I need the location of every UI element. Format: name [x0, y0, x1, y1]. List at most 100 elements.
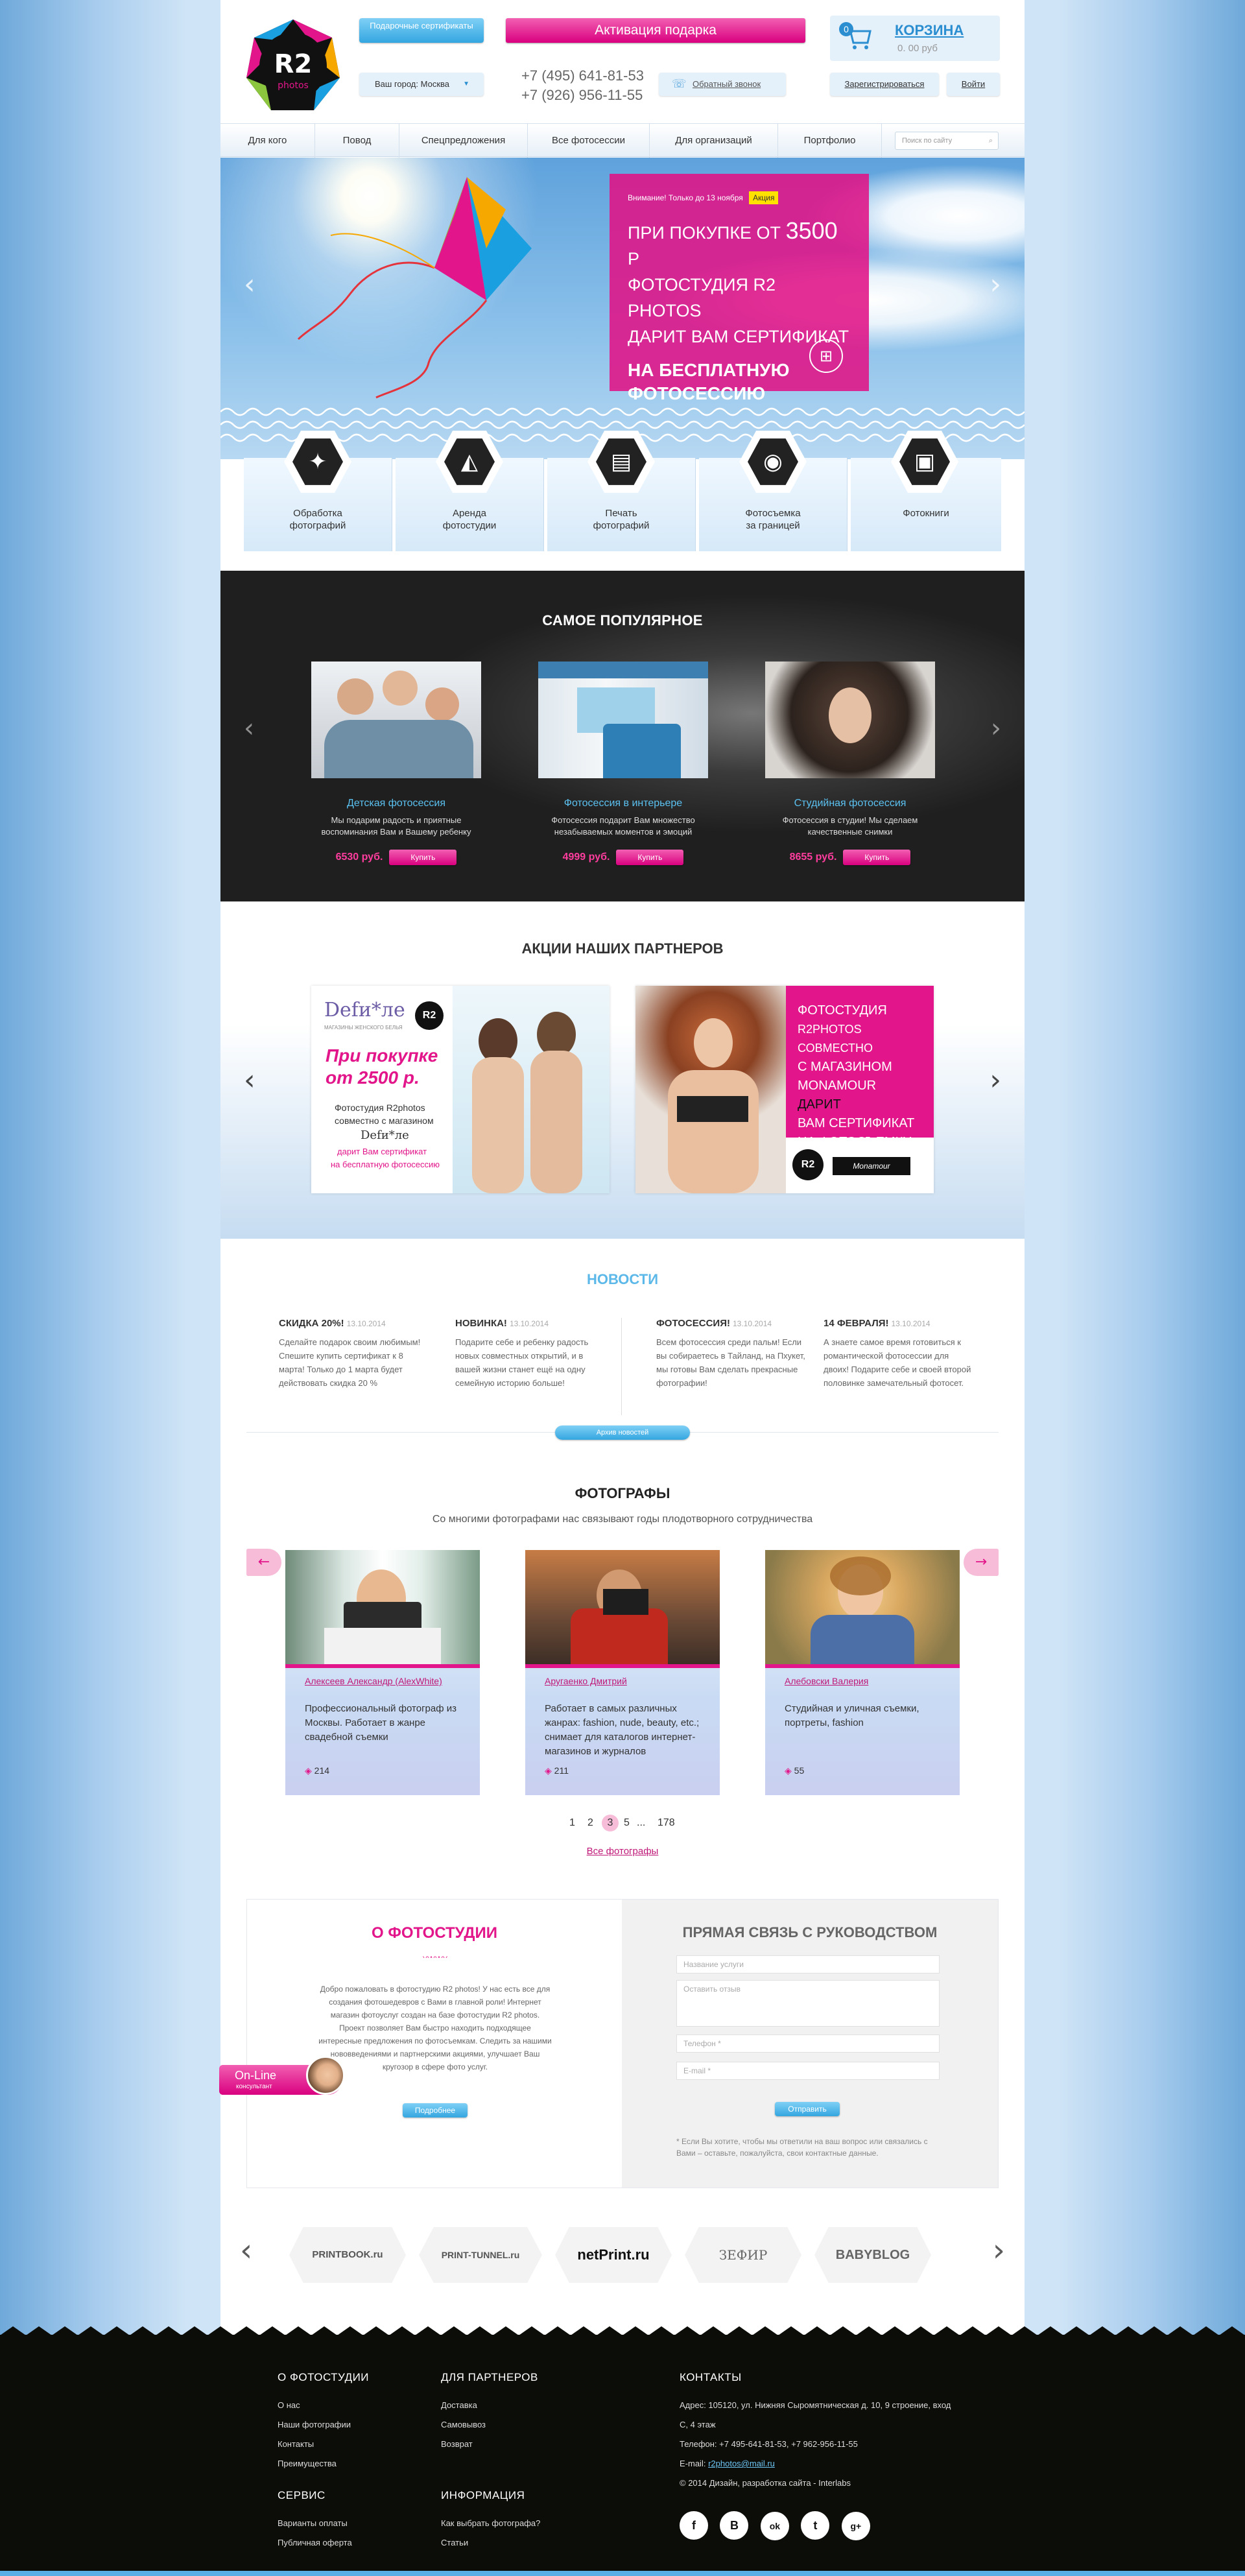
- partners-prev-arrow[interactable]: ‹: [244, 1064, 255, 1097]
- all-photographers-link[interactable]: Все фотографы: [220, 1846, 1025, 1857]
- news-item[interactable]: 14 ФЕВРАЛЯ! 13.10.2014 А знаете самое вре…: [824, 1318, 973, 1390]
- brand-logo-netprint[interactable]: netPrint.ru: [555, 2227, 672, 2283]
- hero-prev-arrow[interactable]: ‹: [244, 268, 255, 301]
- brands-prev-arrow[interactable]: ‹: [240, 2232, 252, 2269]
- login-link[interactable]: Войти: [947, 73, 1000, 96]
- online-consultant-button[interactable]: On-Line консультант: [219, 2056, 345, 2095]
- odnoklassniki-icon[interactable]: ok: [760, 2512, 789, 2540]
- site-logo[interactable]: R2 photos: [245, 18, 341, 114]
- footer-link[interactable]: Как выбрать фотографа?: [441, 2514, 610, 2533]
- popular-prev-arrow[interactable]: ‹: [244, 713, 254, 743]
- footer-link[interactable]: Варианты оплаты: [278, 2514, 420, 2533]
- vk-icon[interactable]: В: [720, 2511, 749, 2540]
- news-item[interactable]: НОВИНКА! 13.10.2014 Подарите себе и ребен…: [455, 1318, 604, 1390]
- buy-button[interactable]: Купить: [843, 850, 911, 865]
- partners-next-arrow[interactable]: ›: [990, 1064, 1001, 1097]
- footer-link[interactable]: Преимущества: [278, 2454, 420, 2474]
- google-plus-icon[interactable]: g+: [841, 2512, 870, 2540]
- popular-next-arrow[interactable]: ›: [991, 713, 1001, 743]
- footer-email[interactable]: r2photos@mail.ru: [708, 2459, 775, 2468]
- buy-button[interactable]: Купить: [616, 850, 684, 865]
- news-item-title[interactable]: СКИДКА 20%!: [279, 1318, 344, 1329]
- photo-count-row: ◈ 211: [525, 1758, 720, 1784]
- footer-link[interactable]: Публичная оферта: [278, 2533, 420, 2553]
- brand-logo-zefir[interactable]: ЗЕФИР: [685, 2227, 801, 2283]
- service-name-input[interactable]: Название услуги: [676, 1955, 940, 1974]
- brand-logo-print-tunnel[interactable]: PRINT-TUNNEL.ru: [419, 2227, 542, 2283]
- page-link[interactable]: 2: [587, 1817, 593, 1829]
- popular-card-title[interactable]: Фотосессия в интерьере: [538, 798, 708, 809]
- footer-link[interactable]: Самовывоз: [441, 2415, 610, 2435]
- buy-button[interactable]: Купить: [389, 850, 457, 865]
- phone-input[interactable]: Телефон *: [676, 2034, 940, 2053]
- service-studio-rent[interactable]: ◭ Аренда фотостудии: [396, 431, 544, 551]
- news-item-title[interactable]: ФОТОСЕССИЯ!: [656, 1318, 730, 1329]
- popular-card[interactable]: Студийная фотосессия Фотосессия в студии…: [765, 662, 935, 865]
- news-archive-button[interactable]: Архив новостей: [555, 1425, 690, 1440]
- menu-item-all-sessions[interactable]: Все фотосессии: [528, 124, 650, 158]
- footer-link[interactable]: Возврат: [441, 2435, 610, 2454]
- partner-banner-defile[interactable]: Defи*ле МАГАЗИНЫ ЖЕНСКОГО БЕЛЬЯ R2 При п…: [311, 986, 610, 1193]
- footer-link[interactable]: Контакты: [278, 2435, 420, 2454]
- review-textarea[interactable]: Оставить отзыв: [676, 1980, 940, 2027]
- news-item-title[interactable]: НОВИНКА!: [455, 1318, 507, 1329]
- city-selector[interactable]: Ваш город: Москва ▼: [359, 73, 484, 96]
- photographer-card[interactable]: Аругаенко Дмитрий Работает в самых разли…: [525, 1550, 720, 1795]
- photo-count: 55: [794, 1765, 805, 1776]
- monamour-logo: Monamour: [833, 1157, 910, 1175]
- brand-logo-printbook[interactable]: PRINTBOOK.ru: [289, 2227, 406, 2283]
- service-photobooks[interactable]: ▣ Фотокниги: [851, 431, 1001, 551]
- menu-item-special-offers[interactable]: Спецпредложения: [399, 124, 528, 158]
- register-link[interactable]: Зарегистрироваться: [830, 73, 939, 96]
- menu-item-portfolio[interactable]: Портфолио: [778, 124, 882, 158]
- hero-promo-banner[interactable]: Внимание! Только до 13 ноября Акция ПРИ …: [610, 174, 869, 403]
- news-item[interactable]: ФОТОСЕССИЯ! 13.10.2014 Всем фотосессия ср…: [656, 1318, 805, 1390]
- search-input[interactable]: Поиск по сайту ⌕: [895, 132, 999, 150]
- phone-2[interactable]: +7 (926) 956-11-55: [521, 87, 643, 104]
- news-item-title[interactable]: 14 ФЕВРАЛЯ!: [824, 1318, 889, 1329]
- brand-logo-babyblog[interactable]: BABYBLOG: [814, 2227, 931, 2283]
- photographer-name[interactable]: Алексеев Александр (AlexWhite): [285, 1668, 480, 1686]
- footer-link[interactable]: Статьи: [441, 2533, 610, 2553]
- cart-widget[interactable]: 0 КОРЗИНА 0. 00 руб: [830, 16, 1000, 61]
- brands-next-arrow[interactable]: ›: [993, 2232, 1005, 2269]
- page-link[interactable]: 178: [658, 1817, 675, 1829]
- popular-card-title[interactable]: Студийная фотосессия: [765, 798, 935, 809]
- photographer-name[interactable]: Алебовски Валерия: [765, 1668, 960, 1686]
- footer-link[interactable]: Доставка: [441, 2396, 610, 2415]
- partner-banner-monamour[interactable]: ФОТОСТУДИЯ R2PHOTOS СОВМЕСТНО С МАГАЗИНО…: [635, 986, 934, 1193]
- page-link[interactable]: 1: [569, 1817, 575, 1829]
- news-title: НОВОСТИ: [586, 1271, 659, 1287]
- popular-card[interactable]: Детская фотосессия Мы подарим радость и …: [311, 662, 481, 865]
- service-abroad[interactable]: ◉ Фотосъемка за границей: [699, 431, 848, 551]
- photographers-prev-arrow[interactable]: ←: [246, 1549, 281, 1576]
- photographers-next-arrow[interactable]: →: [964, 1549, 999, 1576]
- search-icon[interactable]: ⌕: [989, 132, 993, 149]
- gift-activation-button[interactable]: Активация подарка: [506, 18, 805, 43]
- callback-button[interactable]: ☏ Обратный звонок: [659, 73, 786, 96]
- page-link-current[interactable]: 3: [602, 1815, 619, 1831]
- footer-link[interactable]: Наши фотографии: [278, 2415, 420, 2435]
- menu-item-for-whom[interactable]: Для кого: [220, 124, 315, 158]
- gift-certificates-button[interactable]: Подарочные сертификаты: [359, 18, 484, 43]
- send-button[interactable]: Отправить: [775, 2102, 840, 2116]
- email-input[interactable]: E-mail *: [676, 2062, 940, 2080]
- service-photo-retouch[interactable]: ✦ Обработка фотографий: [244, 431, 392, 551]
- page-link[interactable]: 5: [624, 1817, 630, 1829]
- photographer-name[interactable]: Аругаенко Дмитрий: [525, 1668, 720, 1686]
- phone-1[interactable]: +7 (495) 641-81-53: [521, 67, 644, 84]
- menu-item-occasion[interactable]: Повод: [315, 124, 399, 158]
- popular-card-title[interactable]: Детская фотосессия: [311, 798, 481, 809]
- menu-item-organizations[interactable]: Для организаций: [650, 124, 778, 158]
- photographer-card[interactable]: Алебовски Валерия Студийная и уличная съ…: [765, 1550, 960, 1795]
- photographer-card[interactable]: Алексеев Александр (AlexWhite) Профессио…: [285, 1550, 480, 1795]
- news-item[interactable]: СКИДКА 20%! 13.10.2014 Сделайте подарок с…: [279, 1318, 428, 1390]
- popular-card[interactable]: Фотосессия в интерьере Фотосессия подари…: [538, 662, 708, 865]
- service-photo-print[interactable]: ▤ Печать фотографий: [547, 431, 696, 551]
- about-more-button[interactable]: Подробнее: [403, 2103, 468, 2117]
- twitter-icon[interactable]: t: [801, 2511, 830, 2540]
- promo-line-1-text: ПРИ ПОКУПКЕ ОТ: [628, 223, 781, 243]
- footer-link[interactable]: О нас: [278, 2396, 420, 2415]
- facebook-icon[interactable]: f: [680, 2511, 708, 2540]
- hero-next-arrow[interactable]: ›: [990, 268, 1001, 301]
